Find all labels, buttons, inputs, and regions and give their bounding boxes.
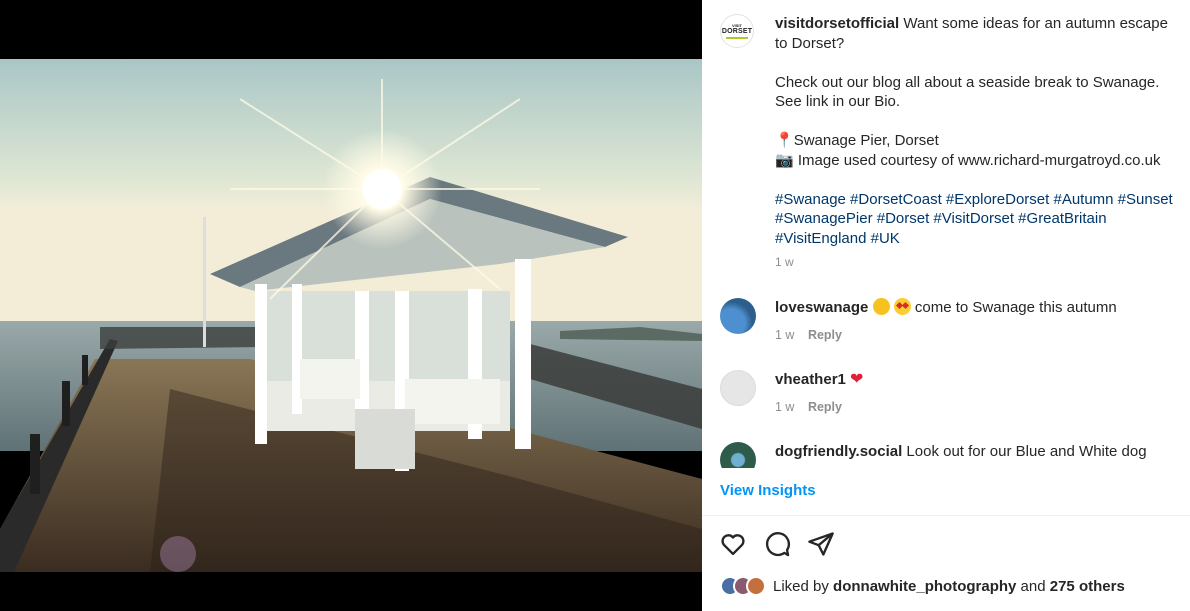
comment-avatar[interactable]	[720, 442, 756, 468]
author-avatar[interactable]: VISIT DORSET	[720, 14, 754, 48]
caption-text: visitdorsetofficial Want some ideas for …	[775, 14, 1182, 273]
comment-avatar-default[interactable]	[720, 370, 756, 406]
liker-avatar	[746, 576, 766, 596]
view-insights-link[interactable]: View Insights	[720, 482, 816, 499]
comment-time: 1 w	[775, 399, 795, 414]
post-caption: VISIT DORSET visitdorsetofficial Want so…	[720, 14, 1182, 273]
comment-username[interactable]: loveswanage	[775, 299, 868, 316]
post-photo	[0, 59, 702, 572]
post-media[interactable]	[0, 0, 702, 611]
author-username[interactable]: visitdorsetofficial	[775, 15, 899, 32]
likes-prefix: Liked by	[773, 577, 829, 595]
divider	[702, 515, 1190, 516]
comment-avatar[interactable]	[720, 298, 756, 334]
comment-item: loveswanage come to Swanage this autumn …	[720, 298, 1182, 370]
comment-text: come to Swanage this autumn	[914, 299, 1117, 316]
star-struck-icon	[893, 298, 911, 315]
caption-blog-line: Check out our blog all about a seaside b…	[775, 73, 1160, 111]
caption-credit: 📷 Image used courtesy of www.richard-mur…	[775, 151, 1182, 171]
likes-count[interactable]: 275 others	[1050, 578, 1125, 595]
comment-time: 1 w	[775, 327, 795, 342]
comment-text: Look out for our Blue and White dog	[906, 443, 1147, 460]
caption-location: 📍Swanage Pier, Dorset	[775, 131, 1182, 151]
post-details-panel: VISIT DORSET visitdorsetofficial Want so…	[702, 0, 1190, 611]
action-bar	[719, 530, 835, 558]
brand-logo-line2: DORSET	[721, 28, 753, 35]
comments-list: loveswanage come to Swanage this autumn …	[720, 298, 1182, 468]
likes-summary: Liked by donnawhite_photography and 275 …	[720, 576, 1125, 596]
comment-item: vheather1 ❤ 1 w Reply	[720, 370, 1182, 442]
comment-username[interactable]: vheather1	[775, 371, 846, 388]
caption-hashtags[interactable]: #Swanage #DorsetCoast #ExploreDorset #Au…	[775, 190, 1182, 249]
liker-username[interactable]: donnawhite_photography	[833, 578, 1016, 595]
likes-and: and	[1020, 577, 1046, 595]
comment-username[interactable]: dogfriendly.social	[775, 443, 902, 460]
red-heart-icon: ❤	[850, 371, 864, 388]
reply-button[interactable]: Reply	[808, 400, 842, 414]
credit-text: Image used courtesy of www.richard-murga…	[797, 151, 1161, 169]
comment-item: dogfriendly.social Look out for our Blue…	[720, 442, 1182, 468]
heart-icon[interactable]	[719, 530, 747, 558]
location-text: Swanage Pier, Dorset	[793, 132, 939, 149]
reply-button[interactable]: Reply	[808, 328, 842, 342]
brand-logo-bar	[726, 37, 748, 39]
comment-icon[interactable]	[763, 530, 791, 558]
caption-time: 1 w	[775, 255, 794, 269]
likes-text[interactable]: Liked by donnawhite_photography and 275 …	[773, 578, 1125, 595]
clapping-hands-icon	[872, 298, 890, 315]
share-icon[interactable]	[807, 530, 835, 558]
camera-icon: 📷	[775, 151, 794, 169]
pin-icon: 📍	[775, 132, 794, 149]
